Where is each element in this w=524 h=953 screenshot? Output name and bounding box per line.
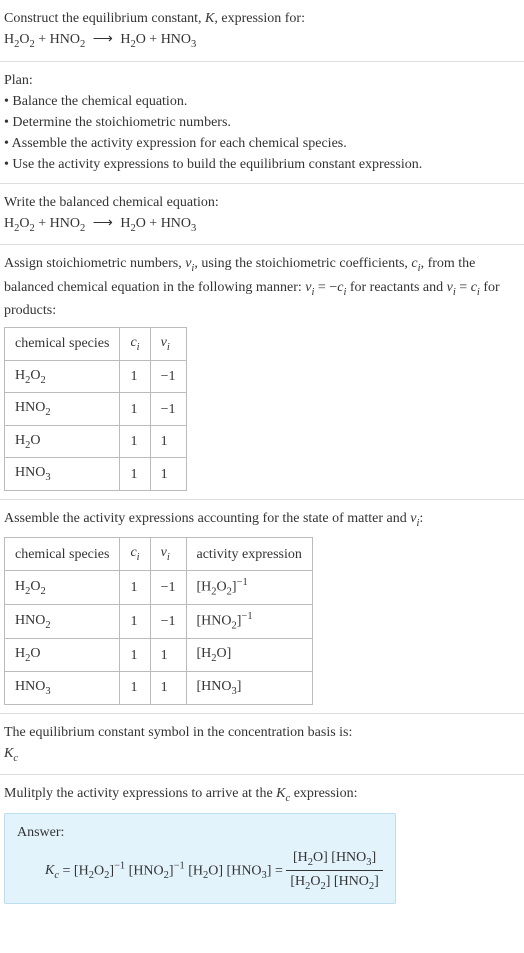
fraction-numerator: [H2O] [HNO3] [286, 847, 382, 872]
cell-vi: −1 [150, 571, 186, 605]
cell-vi: 1 [150, 458, 186, 491]
assemble-section: Assemble the activity expressions accoun… [0, 500, 524, 714]
balanced-section: Write the balanced chemical equation: H2… [0, 184, 524, 246]
assign-text: Assign stoichiometric numbers, νi, using… [4, 253, 520, 321]
col-species: chemical species [5, 538, 120, 571]
cell-species: HNO2 [5, 605, 120, 639]
kc-expression: Kc = [H2O2]−1 [HNO2]−1 [H2O] [HNO3] = [H… [17, 847, 383, 895]
cell-ci: 1 [120, 393, 150, 426]
answer-label: Answer: [17, 822, 383, 843]
multiply-title: Mulitply the activity expressions to arr… [4, 783, 520, 807]
cell-vi: 1 [150, 671, 186, 704]
cell-species: H2O2 [5, 571, 120, 605]
cell-ci: 1 [120, 571, 150, 605]
assign-section: Assign stoichiometric numbers, νi, using… [0, 245, 524, 500]
table-row: HNO3 1 1 [5, 458, 187, 491]
col-vi: νi [150, 538, 186, 571]
cell-ci: 1 [120, 425, 150, 458]
col-activity: activity expression [186, 538, 312, 571]
fraction: [H2O] [HNO3] [H2O2] [HNO2] [286, 847, 382, 895]
cell-vi: −1 [150, 605, 186, 639]
cell-ci: 1 [120, 360, 150, 393]
col-ci: ci [120, 328, 150, 361]
plan-bullet-3: • Assemble the activity expression for e… [4, 133, 520, 154]
cell-ci: 1 [120, 639, 150, 672]
fraction-denominator: [H2O2] [HNO2] [286, 871, 382, 895]
cell-vi: 1 [150, 639, 186, 672]
table-row: HNO2 1 −1 [HNO2]−1 [5, 605, 313, 639]
arrow-icon: ⟶ [93, 29, 113, 50]
cell-activity: [HNO2]−1 [186, 605, 312, 639]
intro-equation: H2O2 + HNO2 ⟶ H2O + HNO3 [4, 29, 520, 53]
intro-line1: Construct the equilibrium constant, K, e… [4, 8, 520, 29]
cell-species: H2O2 [5, 360, 120, 393]
cell-activity: [H2O2]−1 [186, 571, 312, 605]
intro-section: Construct the equilibrium constant, K, e… [0, 0, 524, 62]
arrow-icon: ⟶ [93, 213, 113, 234]
activity-table: chemical species ci νi activity expressi… [4, 537, 313, 704]
col-ci: ci [120, 538, 150, 571]
table-header-row: chemical species ci νi activity expressi… [5, 538, 313, 571]
plan-title: Plan: [4, 70, 520, 91]
cell-vi: −1 [150, 393, 186, 426]
plan-bullet-4: • Use the activity expressions to build … [4, 154, 520, 175]
cell-vi: −1 [150, 360, 186, 393]
plan-section: Plan: • Balance the chemical equation. •… [0, 62, 524, 184]
balanced-title: Write the balanced chemical equation: [4, 192, 520, 213]
balanced-equation: H2O2 + HNO2 ⟶ H2O + HNO3 [4, 213, 520, 237]
symbol-line1: The equilibrium constant symbol in the c… [4, 722, 520, 743]
answer-section: Mulitply the activity expressions to arr… [0, 775, 524, 912]
cell-species: H2O [5, 639, 120, 672]
plan-bullet-2: • Determine the stoichiometric numbers. [4, 112, 520, 133]
table-row: HNO2 1 −1 [5, 393, 187, 426]
table-row: H2O2 1 −1 [H2O2]−1 [5, 571, 313, 605]
cell-species: HNO2 [5, 393, 120, 426]
cell-ci: 1 [120, 605, 150, 639]
table-row: H2O 1 1 [H2O] [5, 639, 313, 672]
symbol-section: The equilibrium constant symbol in the c… [0, 714, 524, 776]
cell-ci: 1 [120, 458, 150, 491]
table-row: H2O2 1 −1 [5, 360, 187, 393]
col-species: chemical species [5, 328, 120, 361]
cell-species: HNO3 [5, 458, 120, 491]
col-vi: νi [150, 328, 186, 361]
stoich-table: chemical species ci νi H2O2 1 −1 HNO2 1 … [4, 327, 187, 491]
cell-ci: 1 [120, 671, 150, 704]
table-row: HNO3 1 1 [HNO3] [5, 671, 313, 704]
cell-species: H2O [5, 425, 120, 458]
cell-activity: [H2O] [186, 639, 312, 672]
answer-box: Answer: Kc = [H2O2]−1 [HNO2]−1 [H2O] [HN… [4, 813, 396, 904]
assemble-title: Assemble the activity expressions accoun… [4, 508, 520, 532]
symbol-kc: Kc [4, 743, 520, 767]
table-header-row: chemical species ci νi [5, 328, 187, 361]
cell-species: HNO3 [5, 671, 120, 704]
plan-bullet-1: • Balance the chemical equation. [4, 91, 520, 112]
cell-activity: [HNO3] [186, 671, 312, 704]
cell-vi: 1 [150, 425, 186, 458]
table-row: H2O 1 1 [5, 425, 187, 458]
